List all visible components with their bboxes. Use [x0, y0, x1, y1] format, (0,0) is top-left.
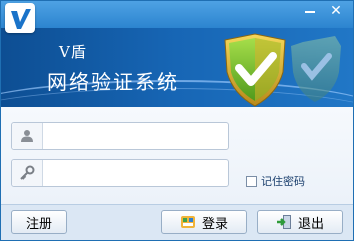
minimize-button[interactable]	[299, 1, 321, 21]
exit-button[interactable]: 退出	[257, 210, 343, 234]
footer-bar: 注册 登录 退出	[1, 204, 353, 240]
product-title: 网络验证系统	[47, 70, 179, 94]
register-button[interactable]: 注册	[11, 210, 67, 234]
remember-checkbox[interactable]	[246, 175, 257, 187]
login-label: 登录	[201, 216, 228, 232]
login-icon	[180, 216, 195, 228]
exit-icon	[276, 215, 291, 229]
register-label: 注册	[25, 216, 52, 232]
exit-label: 退出	[297, 216, 324, 232]
remember-password[interactable]: 记住密码	[246, 173, 305, 189]
login-form: 记住密码	[1, 107, 353, 204]
key-icon	[12, 160, 43, 186]
header-banner: V盾 网络验证系统	[1, 28, 353, 107]
shield-icon	[224, 33, 341, 107]
minimize-icon	[305, 11, 315, 13]
title-bar[interactable]: ✕	[1, 1, 353, 28]
password-field	[11, 159, 229, 187]
product-name: V盾	[59, 43, 87, 61]
login-button[interactable]: 登录	[161, 210, 247, 234]
close-icon: ✕	[330, 3, 342, 19]
username-field	[11, 122, 229, 150]
window-controls: ✕	[299, 1, 347, 23]
remember-label: 记住密码	[261, 175, 305, 188]
username-input[interactable]	[49, 124, 228, 148]
v-logo-icon	[5, 3, 35, 33]
password-input[interactable]	[49, 161, 228, 185]
close-button[interactable]: ✕	[325, 1, 347, 21]
login-window: ✕ V盾 网络验证系统 记住密码 注册 登录 退出	[0, 0, 354, 241]
user-icon	[12, 123, 43, 149]
